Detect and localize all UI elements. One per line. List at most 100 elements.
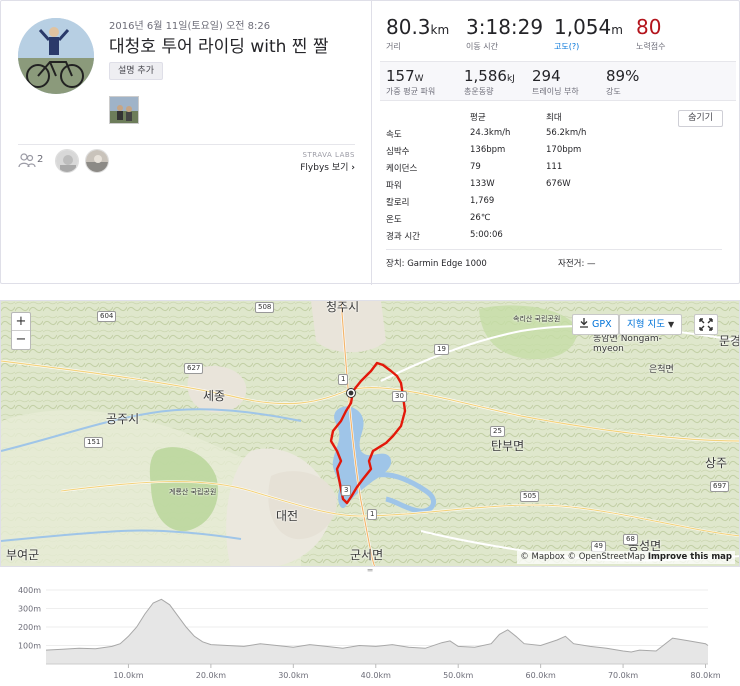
activity-stats-panel: 80.3km 거리 3:18:29 이동 시간 1,054m 고도(?) 80 …	[371, 1, 739, 285]
intensity-value: 89%	[606, 67, 640, 85]
map-attribution: © Mapbox © OpenStreetMap Improve this ma…	[517, 551, 735, 564]
x-tick-label: 60.0km	[526, 671, 556, 680]
place-label-songnisan-park: 속리산 국립공원	[513, 315, 561, 323]
table-row: 케이던스 79 111	[386, 162, 676, 176]
x-tick-label: 10.0km	[113, 671, 143, 680]
row-label: 온도	[386, 215, 402, 225]
y-tick-label: 200m	[18, 623, 41, 632]
table-row: 칼로리 1,769	[386, 196, 676, 210]
road-shield: 1	[367, 509, 378, 520]
kudos-count[interactable]: 2	[37, 154, 43, 165]
photo-image	[110, 97, 138, 123]
row-max: 676W	[546, 179, 571, 189]
training-load-value: 294	[532, 67, 561, 85]
divider	[18, 144, 355, 145]
column-average: 평균	[470, 113, 486, 123]
power-stats-band: 157W 가중 평균 파워 1,586kJ 총운동량 294 트레이닝 부하 8…	[380, 61, 736, 101]
road-shield: 697	[710, 481, 730, 492]
attribution-osm-link[interactable]: © OpenStreetMap	[568, 552, 646, 562]
road-shield: 68	[623, 534, 638, 545]
intensity-label: 강도	[606, 87, 621, 96]
place-label-tanbu: 탄부면	[491, 439, 525, 453]
zoom-in-button[interactable]: +	[12, 313, 30, 331]
row-label: 속도	[386, 130, 402, 140]
x-tick-label: 50.0km	[443, 671, 473, 680]
suffer-score-value: 80	[636, 15, 662, 39]
road-shield: 508	[255, 302, 275, 313]
stat-suffer-score: 80 노력점수	[636, 15, 665, 52]
zoom-control: + −	[11, 312, 31, 350]
row-avg: 26℃	[470, 213, 491, 223]
weighted-power-label: 가중 평균 파워	[386, 87, 436, 96]
x-tick-label: 20.0km	[196, 671, 226, 680]
place-label-nongam: 농암면 Nongam-myeon	[593, 334, 662, 354]
weighted-power-value: 157	[386, 67, 415, 85]
x-tick-label: 70.0km	[608, 671, 638, 680]
improve-map-link[interactable]: Improve this map	[648, 552, 732, 562]
stat-moving-time: 3:18:29 이동 시간	[466, 15, 543, 52]
flybys-label: Flybys 보기	[300, 163, 349, 173]
stat-training-load: 294 트레이닝 부하	[532, 67, 579, 97]
row-max: 170bpm	[546, 145, 582, 155]
flybys-link[interactable]: Flybys 보기 ›	[300, 160, 355, 173]
row-max: 56.2km/h	[546, 128, 587, 138]
place-label-buyeo: 부여군	[6, 548, 40, 562]
place-label-mungyeong: 문경	[719, 334, 740, 348]
row-avg: 5:00:06	[470, 230, 503, 240]
distance-value: 80.3	[386, 15, 431, 39]
stat-distance: 80.3km 거리	[386, 15, 449, 52]
table-row: 속도 24.3km/h 56.2km/h	[386, 128, 676, 142]
map-type-dropdown[interactable]: 지형 지도 ▼	[619, 314, 683, 335]
kudo-avatar[interactable]	[55, 149, 79, 173]
row-label: 심박수	[386, 147, 410, 157]
elevation-chart[interactable]: 400m 300m 200m 100m 10.0km 20.0km 30.0km 40.0km…	[0, 574, 740, 686]
stat-total-work: 1,586kJ 총운동량	[464, 67, 515, 97]
road-shield: 604	[97, 311, 117, 322]
elevation-chart-svg: 400m 300m 200m 100m 10.0km 20.0km 30.0km 40.0km…	[18, 586, 721, 680]
activity-photo-thumbnail[interactable]	[109, 96, 139, 124]
y-tick-label: 400m	[18, 586, 41, 595]
kudo-avatar[interactable]	[85, 149, 109, 173]
stat-intensity: 89% 강도	[606, 67, 639, 97]
fullscreen-icon	[699, 318, 713, 331]
road-shield: 505	[520, 491, 540, 502]
road-shield: 3	[341, 485, 352, 496]
hide-details-button[interactable]: 숨기기	[678, 110, 723, 127]
athlete-avatar[interactable]	[18, 18, 94, 94]
resize-handle[interactable]: ═	[364, 567, 376, 575]
divider	[386, 249, 722, 250]
column-max: 최대	[546, 113, 562, 123]
row-avg: 24.3km/h	[470, 128, 511, 138]
elevation-help-link[interactable]: 고도(?)	[554, 41, 623, 52]
primary-stats: 80.3km 거리 3:18:29 이동 시간 1,054m 고도(?) 80 …	[386, 15, 726, 59]
place-label-gongju: 공주시	[106, 412, 140, 426]
training-load-label: 트레이닝 부하	[532, 87, 579, 96]
place-label-daejeon: 대전	[276, 509, 299, 523]
place-label-gunseo: 군서면	[350, 548, 384, 562]
route-map[interactable]: 세종 공주시 대전 청주시 부여군 탄부면 상주 군서면 공성면 은척면 농암면…	[0, 300, 740, 567]
x-tick-label: 30.0km	[278, 671, 308, 680]
activity-header-panel: 2016년 6월 11일(토요일) 오전 8:26 대청호 투어 라이딩 wit…	[0, 0, 740, 285]
gpx-download-button[interactable]: GPX	[572, 314, 619, 335]
activity-date: 2016년 6월 11일(토요일) 오전 8:26	[109, 21, 271, 32]
table-row: 심박수 136bpm 170bpm	[386, 145, 676, 159]
map-type-label: 지형 지도	[627, 319, 665, 330]
x-tick-label: 80.0km	[690, 671, 720, 680]
fullscreen-button[interactable]	[694, 314, 718, 335]
table-row: 파워 133W 676W	[386, 179, 676, 193]
bike-info: 자전거: —	[558, 259, 596, 269]
kudos-icon[interactable]	[18, 152, 38, 168]
download-icon	[580, 318, 588, 328]
activity-summary: 2016년 6월 11일(토요일) 오전 8:26 대청호 투어 라이딩 wit…	[1, 1, 371, 285]
attribution-mapbox-link[interactable]: © Mapbox	[520, 552, 565, 562]
row-avg: 136bpm	[470, 145, 506, 155]
elevation-area	[46, 599, 708, 664]
stat-elevation: 1,054m 고도(?)	[554, 15, 623, 52]
road-shield: 627	[184, 363, 204, 374]
road-shield: 1	[338, 374, 349, 385]
zoom-out-button[interactable]: −	[12, 331, 30, 349]
device-info: 장치: Garmin Edge 1000	[386, 259, 487, 269]
athlete-photo	[18, 18, 94, 94]
add-description-button[interactable]: 설명 추가	[109, 62, 163, 80]
place-label-eunchuk: 은척면	[649, 365, 674, 375]
